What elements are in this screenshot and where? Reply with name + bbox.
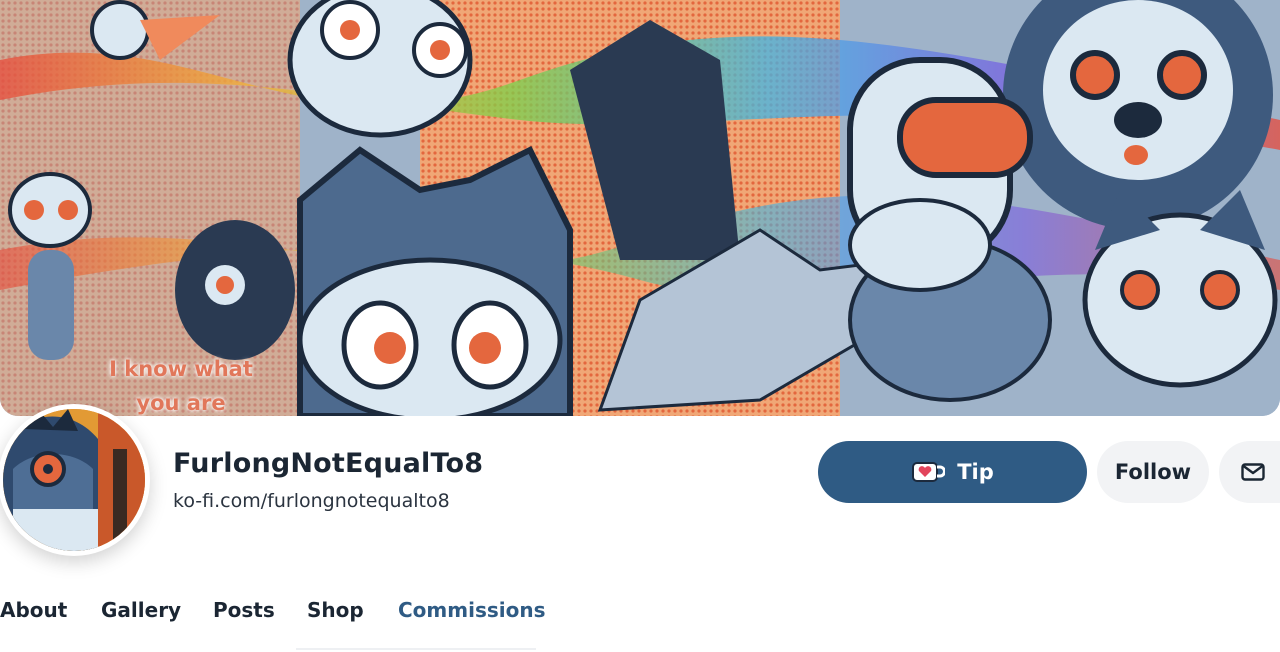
profile-url[interactable]: ko-fi.com/furlongnotequalto8 <box>173 490 450 512</box>
message-button[interactable] <box>1219 441 1280 503</box>
avatar <box>0 404 150 556</box>
tab-gallery[interactable]: Gallery <box>101 598 181 622</box>
tip-button[interactable]: Tip <box>818 441 1087 503</box>
avatar-image <box>3 409 145 551</box>
envelope-icon <box>1241 463 1265 481</box>
tab-shop[interactable]: Shop <box>307 598 364 622</box>
banner-caption-line: I know what <box>109 357 253 381</box>
profile-tabs: About Gallery Posts Shop Commissions <box>0 598 1280 638</box>
tab-about[interactable]: About <box>0 598 67 622</box>
follow-button[interactable]: Follow <box>1097 441 1209 503</box>
cover-banner: I know what you are <box>0 0 1280 416</box>
tab-divider <box>296 648 536 650</box>
banner-caption-line: you are <box>136 391 226 415</box>
tab-commissions[interactable]: Commissions <box>398 598 546 622</box>
banner-caption: I know what you are <box>96 352 266 416</box>
tab-posts[interactable]: Posts <box>213 598 275 622</box>
tip-button-label: Tip <box>957 460 994 484</box>
coffee-cup-heart-icon <box>912 462 946 482</box>
profile-name: FurlongNotEqualTo8 <box>173 448 484 479</box>
